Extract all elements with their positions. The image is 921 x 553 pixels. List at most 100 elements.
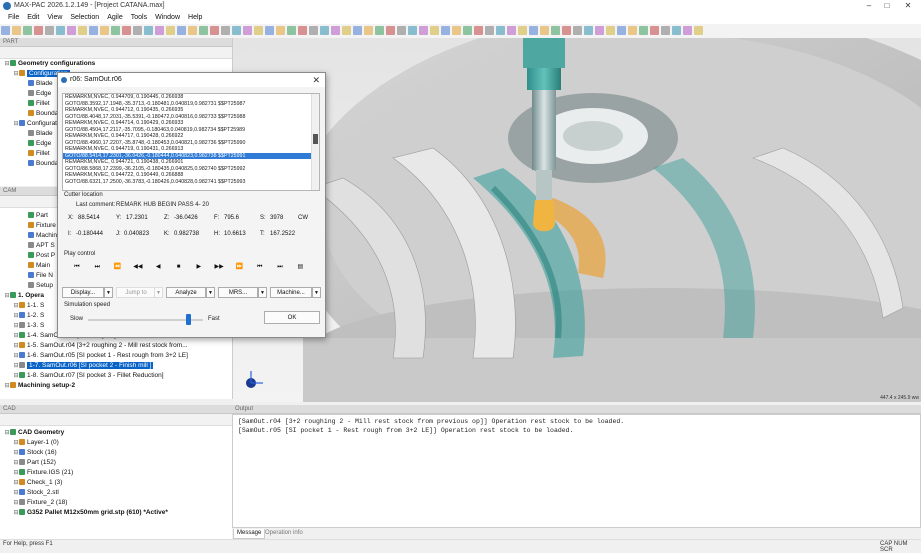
menu-agile[interactable]: Agile: [103, 12, 127, 23]
toolbar-tool-icon[interactable]: [485, 26, 494, 35]
tab-message[interactable]: Message: [233, 529, 266, 539]
toolbar-tool-icon[interactable]: [243, 26, 252, 35]
toolbar-tool-icon[interactable]: [397, 26, 406, 35]
play-rewind-icon[interactable]: ⏪: [111, 263, 125, 272]
toolbar-tool-icon[interactable]: [188, 26, 197, 35]
toolbar-tool-icon[interactable]: [309, 26, 318, 35]
cad_panel-item[interactable]: ⊟ CAD Geometry: [0, 428, 232, 438]
play-jump-start-icon[interactable]: ⏮: [253, 263, 267, 272]
toolbar-tool-icon[interactable]: [155, 26, 164, 35]
toolbar-tool-icon[interactable]: [276, 26, 285, 35]
toolbar-tool-icon[interactable]: [67, 26, 76, 35]
mrs-dropdown-icon[interactable]: ▼: [258, 287, 267, 298]
toolbar-tool-icon[interactable]: [507, 26, 516, 35]
cad_panel-item[interactable]: ⊟ Stock (16): [0, 448, 232, 458]
toolbar-tool-icon[interactable]: [474, 26, 483, 35]
cl-code-line[interactable]: GOTO/88.6321,17.2500,-36.3783,-0.180426,…: [63, 179, 319, 186]
toolbar-tool-icon[interactable]: [496, 26, 505, 35]
code-scrollbar-thumb[interactable]: [313, 134, 318, 144]
toolbar-tool-icon[interactable]: [628, 26, 637, 35]
menu-edit[interactable]: Edit: [23, 12, 43, 23]
toolbar-tool-icon[interactable]: [232, 26, 241, 35]
cad_panel-item[interactable]: ⊟ Check_1 (3): [0, 478, 232, 488]
toolbar-tool-icon[interactable]: [342, 26, 351, 35]
speed-slider-track[interactable]: [88, 314, 203, 325]
toolbar-tool-icon[interactable]: [177, 26, 186, 35]
toolbar-tool-icon[interactable]: [12, 26, 21, 35]
minimize-button[interactable]: –: [863, 1, 875, 11]
analyze-dropdown-icon[interactable]: ▼: [206, 287, 215, 298]
part_panel-item[interactable]: ⊟ Geometry configurations: [0, 59, 232, 69]
play-list-icon[interactable]: ▤: [293, 263, 307, 272]
cad_panel-item[interactable]: ⊟ Fixture.IGS (21): [0, 468, 232, 478]
toolbar-tool-icon[interactable]: [353, 26, 362, 35]
play-step-back-fast-icon[interactable]: ◀◀: [131, 263, 145, 272]
cl-code-listing[interactable]: REMARKM,NVEC, 0.944709, 0.190445, 0.2669…: [62, 93, 320, 191]
play-last-icon[interactable]: ⏭: [90, 263, 104, 272]
toolbar-tool-icon[interactable]: [298, 26, 307, 35]
output-log[interactable]: [SamOut.r04 [3+2 roughing 2 - Mill rest …: [232, 414, 921, 528]
toolbar-tool-icon[interactable]: [639, 26, 648, 35]
code-scrollbar[interactable]: [311, 94, 319, 190]
play-stop-icon[interactable]: ■: [172, 263, 186, 272]
play-step-fwd-fast-icon[interactable]: ▶▶: [212, 263, 226, 272]
ok-button[interactable]: OK: [264, 311, 320, 324]
toolbar-tool-icon[interactable]: [89, 26, 98, 35]
toolbar-tool-icon[interactable]: [375, 26, 384, 35]
toolbar-tool-icon[interactable]: [78, 26, 87, 35]
tab-operation-info[interactable]: Operation info: [262, 529, 306, 538]
jump-to-dropdown-icon[interactable]: ▼: [154, 287, 163, 298]
toolbar-tool-icon[interactable]: [364, 26, 373, 35]
toolbar-tool-icon[interactable]: [430, 26, 439, 35]
toolbar-tool-icon[interactable]: [529, 26, 538, 35]
toolbar-tool-icon[interactable]: [34, 26, 43, 35]
toolbar-tool-icon[interactable]: [584, 26, 593, 35]
toolbar-tool-icon[interactable]: [111, 26, 120, 35]
toolbar-tool-icon[interactable]: [56, 26, 65, 35]
play-step-back-icon[interactable]: ◀: [151, 263, 165, 272]
toolbar-tool-icon[interactable]: [562, 26, 571, 35]
cam_panel-item[interactable]: ⊟ 1-7. SamOut.r06 [SI pocket 2 - Finish m…: [0, 361, 232, 371]
toolbar-tool-icon[interactable]: [650, 26, 659, 35]
toolbar-tool-icon[interactable]: [683, 26, 692, 35]
toolbar-tool-icon[interactable]: [45, 26, 54, 35]
display-button[interactable]: Display...: [62, 287, 104, 298]
menu-view[interactable]: View: [43, 12, 66, 23]
toolbar-tool-icon[interactable]: [144, 26, 153, 35]
play-first-icon[interactable]: ⏮: [70, 263, 84, 272]
toolbar-tool-icon[interactable]: [265, 26, 274, 35]
machine-dropdown-icon[interactable]: ▼: [312, 287, 321, 298]
dialog-close-button[interactable]: ✕: [312, 73, 320, 87]
menu-help[interactable]: Help: [184, 12, 206, 23]
play-fast-forward-icon[interactable]: ⏩: [232, 263, 246, 272]
toolbar-tool-icon[interactable]: [463, 26, 472, 35]
cam_panel-item[interactable]: ⊟ 1-5. SamOut.r04 [3+2 roughing 2 - Mill …: [0, 341, 232, 351]
cad_panel-item[interactable]: ⊟ G352 Pallet M12x50mm grid.stp (610) *Ac…: [0, 508, 232, 518]
toolbar-tool-icon[interactable]: [331, 26, 340, 35]
toolbar-tool-icon[interactable]: [419, 26, 428, 35]
cad_panel-item[interactable]: ⊟ Stock_2.stl: [0, 488, 232, 498]
play-jump-end-icon[interactable]: ⏭: [273, 263, 287, 272]
3d-viewport[interactable]: 447.4 x 245.9 ww: [233, 38, 921, 402]
cam_panel-item[interactable]: ⊟ 1-8. SamOut.r07 [SI pocket 3 - Fillet R…: [0, 371, 232, 381]
menu-file[interactable]: File: [0, 12, 23, 23]
display-dropdown-icon[interactable]: ▼: [104, 287, 113, 298]
toolbar-tool-icon[interactable]: [210, 26, 219, 35]
toolbar-tool-icon[interactable]: [617, 26, 626, 35]
toolbar-tool-icon[interactable]: [661, 26, 670, 35]
toolbar-tool-icon[interactable]: [606, 26, 615, 35]
toolbar-tool-icon[interactable]: [100, 26, 109, 35]
toolbar-tool-icon[interactable]: [287, 26, 296, 35]
toolbar-tool-icon[interactable]: [23, 26, 32, 35]
menu-selection[interactable]: Selection: [66, 12, 103, 23]
toolbar-tool-icon[interactable]: [386, 26, 395, 35]
toolbar-tool-icon[interactable]: [694, 26, 703, 35]
maximize-button[interactable]: □: [881, 1, 893, 11]
cad_panel-item[interactable]: ⊟ Layer-1 (0): [0, 438, 232, 448]
mrs-button[interactable]: MRS...: [218, 287, 258, 298]
toolbar-tool-icon[interactable]: [551, 26, 560, 35]
cad_panel-item[interactable]: ⊟ Part (152): [0, 458, 232, 468]
menu-window[interactable]: Window: [151, 12, 184, 23]
toolbar-tool-icon[interactable]: [573, 26, 582, 35]
toolbar-tool-icon[interactable]: [320, 26, 329, 35]
